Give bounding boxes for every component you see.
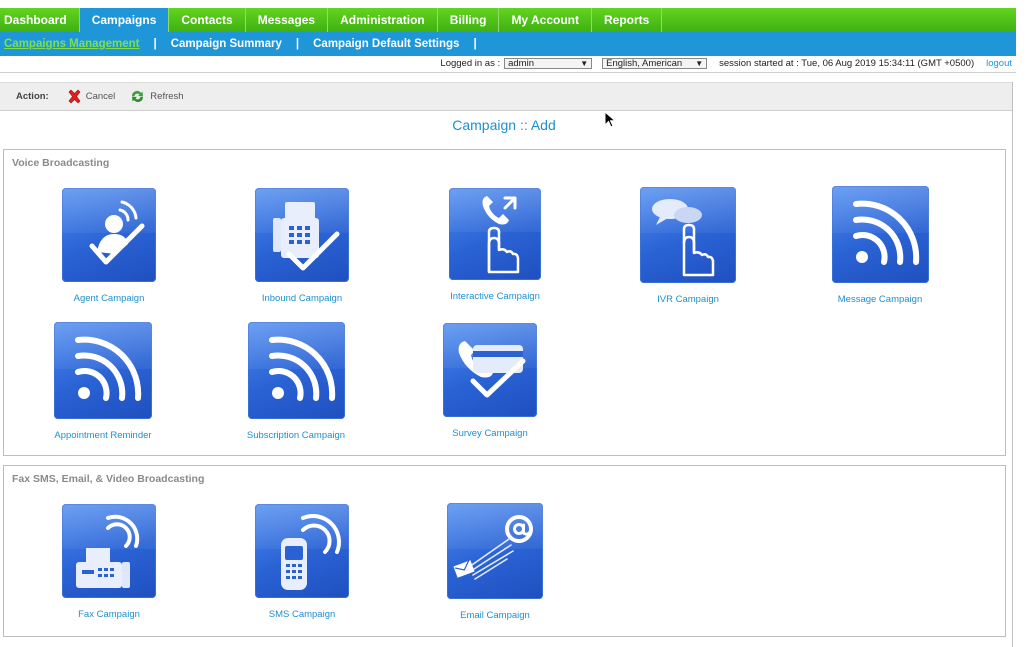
dropdown-arrow-icon: ▼ (695, 58, 704, 68)
section-title: Fax SMS, Email, & Video Broadcasting (12, 473, 205, 485)
cancel-icon (68, 89, 81, 104)
divider (0, 72, 1016, 73)
message-campaign-icon (831, 186, 929, 283)
fax-campaign-icon (62, 504, 156, 598)
card-label: Agent Campaign (73, 293, 145, 304)
agent-campaign-icon (62, 188, 156, 282)
survey-campaign-card[interactable]: Survey Campaign (420, 323, 560, 439)
card-label: SMS Campaign (268, 609, 336, 620)
email-campaign-icon (447, 503, 543, 599)
tab-campaigns[interactable]: Campaigns (79, 8, 170, 32)
sub-nav-separator: | (473, 38, 477, 50)
tab-billing[interactable]: Billing (438, 8, 500, 32)
tab-my-account[interactable]: My Account (499, 8, 592, 32)
appointment-reminder-card[interactable]: Appointment Reminder (33, 322, 173, 441)
refresh-icon (132, 91, 144, 102)
subscription-campaign-card[interactable]: Subscription Campaign (226, 322, 366, 441)
ivr-campaign-card[interactable]: IVR Campaign (618, 187, 758, 305)
tab-reports[interactable]: Reports (592, 8, 663, 32)
refresh-label: Refresh (150, 91, 184, 102)
main-nav: Dashboard Campaigns Contacts Messages Ad… (0, 8, 1016, 32)
card-label: Message Campaign (837, 294, 923, 305)
sublink-campaign-default-settings[interactable]: Campaign Default Settings (313, 38, 459, 50)
survey-campaign-icon (443, 323, 537, 417)
tab-contacts[interactable]: Contacts (169, 8, 246, 32)
card-label: Subscription Campaign (246, 430, 346, 441)
top-strip (0, 0, 1026, 8)
cancel-button[interactable]: Cancel (67, 89, 116, 104)
refresh-button[interactable]: Refresh (129, 89, 184, 104)
interactive-campaign-card[interactable]: Interactive Campaign (425, 188, 565, 302)
sub-nav-separator: | (153, 38, 157, 50)
language-select[interactable]: English, American ▼ (602, 57, 708, 69)
card-label: Survey Campaign (452, 428, 528, 439)
cancel-label: Cancel (85, 91, 116, 102)
card-label: Email Campaign (460, 610, 530, 621)
agent-campaign-card[interactable]: Agent Campaign (39, 188, 179, 304)
sublink-campaign-summary[interactable]: Campaign Summary (171, 38, 282, 50)
card-label: Interactive Campaign (450, 291, 540, 302)
user-select[interactable]: admin ▼ (504, 57, 593, 69)
action-label: Action: (16, 91, 49, 102)
fax-sms-email-section: Fax SMS, Email, & Video Broadcasting Fax… (3, 465, 1006, 637)
subscription-campaign-icon (247, 322, 345, 419)
inbound-campaign-icon (255, 188, 349, 282)
page-title: Campaign :: Add (452, 117, 556, 133)
sms-campaign-icon (255, 504, 349, 598)
session-info: session started at : Tue, 06 Aug 2019 15… (719, 57, 975, 69)
action-bar: Action: Cancel Refresh (0, 82, 1012, 111)
fax-campaign-card[interactable]: Fax Campaign (39, 504, 179, 620)
message-campaign-card[interactable]: Message Campaign (810, 186, 950, 305)
user-select-value: admin (508, 57, 534, 69)
card-label: Appointment Reminder (54, 430, 152, 441)
sub-nav-separator: | (295, 38, 300, 50)
email-campaign-card[interactable]: Email Campaign (425, 503, 565, 621)
interactive-campaign-icon (449, 188, 541, 280)
inbound-campaign-card[interactable]: Inbound Campaign (232, 188, 372, 304)
section-title: Voice Broadcasting (12, 157, 110, 169)
content-right-border (1012, 82, 1013, 647)
logged-in-label: Logged in as : (440, 57, 501, 69)
card-label: Fax Campaign (78, 609, 140, 620)
voice-broadcasting-section: Voice Broadcasting Agent Campaign Inboun… (3, 149, 1006, 456)
sublink-campaigns-management[interactable]: Campaigns Management (4, 38, 139, 50)
card-label: Inbound Campaign (261, 293, 343, 304)
tab-dashboard[interactable]: Dashboard (0, 8, 80, 32)
mouse-cursor-icon (604, 111, 616, 128)
language-select-value: English, American (606, 57, 683, 69)
appointment-reminder-icon (54, 322, 152, 419)
dropdown-arrow-icon: ▼ (580, 58, 589, 68)
sms-campaign-card[interactable]: SMS Campaign (232, 504, 372, 620)
tab-administration[interactable]: Administration (328, 8, 438, 32)
card-label: IVR Campaign (657, 294, 719, 305)
login-bar: Logged in as : admin ▼ English, American… (0, 56, 1016, 70)
sub-nav: Campaigns Management | Campaign Summary … (0, 32, 1016, 56)
ivr-campaign-icon (640, 187, 736, 283)
logout-link[interactable]: logout (986, 58, 1012, 69)
tab-messages[interactable]: Messages (246, 8, 329, 32)
